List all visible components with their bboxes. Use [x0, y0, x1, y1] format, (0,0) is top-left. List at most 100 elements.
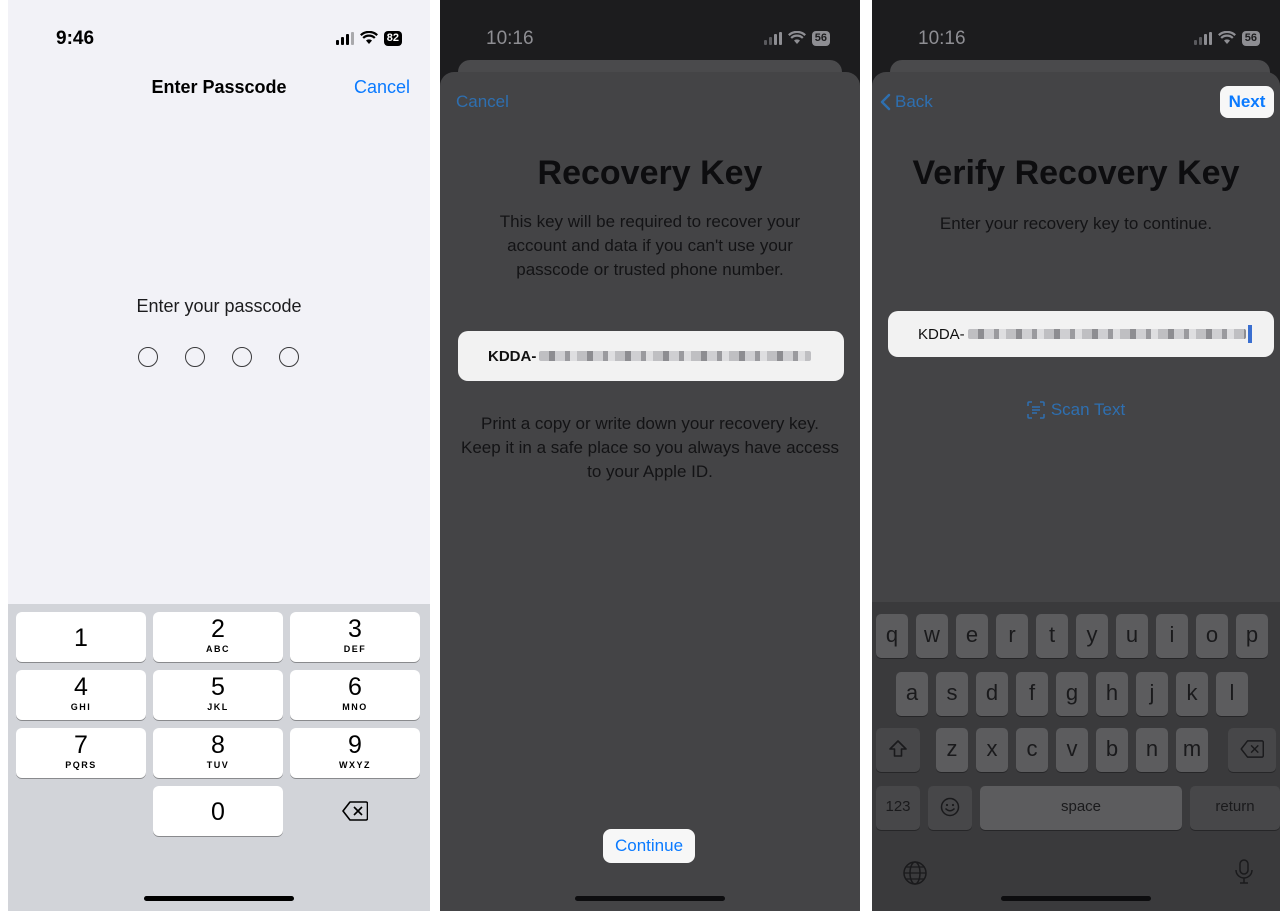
key-2[interactable]: 2 ABC: [153, 612, 283, 662]
key-4[interactable]: 4 GHI: [16, 670, 146, 720]
recovery-key-prefix: KDDA-: [488, 347, 537, 365]
key-z[interactable]: z: [936, 728, 968, 772]
key-6[interactable]: 6 MNO: [290, 670, 420, 720]
passcode-screen: 9:46 82 Enter Passcode Cancel Enter your…: [8, 0, 430, 911]
shift-icon: [889, 740, 907, 757]
key-g[interactable]: g: [1056, 672, 1088, 716]
passcode-dot: [232, 347, 252, 367]
microphone-icon[interactable]: [1234, 858, 1254, 886]
numeric-keypad: 1 2 ABC 3 DEF 4 GHI 5 JKL 6 MNO 7 PQRS 8 TUV 9W…: [8, 604, 430, 911]
battery-icon: 56: [1241, 30, 1260, 46]
delete-key[interactable]: [290, 786, 420, 836]
keyboard: q w e r t y u i o p a s d f g h j k l z …: [872, 602, 1280, 911]
home-indicator[interactable]: [1001, 896, 1151, 901]
status-bar: 10:16 56: [872, 0, 1280, 60]
battery-icon: 56: [811, 30, 830, 46]
subtitle: Enter your recovery key to continue.: [939, 214, 1213, 233]
status-time: 9:46: [56, 28, 95, 49]
key-n[interactable]: n: [1136, 728, 1168, 772]
recovery-key-field: KDDA-: [458, 331, 844, 381]
key-a[interactable]: a: [896, 672, 928, 716]
key-9[interactable]: 9 WXYZ: [290, 728, 420, 778]
key-h[interactable]: h: [1096, 672, 1128, 716]
back-chevron-icon: [880, 93, 891, 111]
delete-icon: [342, 801, 368, 821]
modal-sheet: Cancel Recovery Key This key will be req…: [440, 72, 860, 911]
status-time: 10:16: [486, 28, 534, 49]
status-bar: 10:16 56: [440, 0, 860, 60]
back-button[interactable]: Back: [880, 92, 933, 112]
recovery-key-input[interactable]: KDDA-: [888, 311, 1274, 357]
key-1[interactable]: 1: [16, 612, 146, 662]
key-x[interactable]: x: [976, 728, 1008, 772]
scan-text-button[interactable]: Scan Text: [872, 400, 1280, 420]
home-indicator[interactable]: [575, 896, 725, 901]
key-t[interactable]: t: [1036, 614, 1068, 658]
key-e[interactable]: e: [956, 614, 988, 658]
status-time: 10:16: [918, 28, 966, 49]
scan-text-label: Scan Text: [1050, 400, 1126, 419]
key-l[interactable]: l: [1216, 672, 1248, 716]
page-title: Recovery Key: [537, 154, 763, 192]
key-q[interactable]: q: [876, 614, 908, 658]
delete-icon: [1240, 740, 1264, 758]
key-c[interactable]: c: [1016, 728, 1048, 772]
key-m[interactable]: m: [1176, 728, 1208, 772]
cancel-button[interactable]: Cancel: [354, 77, 410, 98]
globe-icon[interactable]: [902, 860, 928, 886]
key-f[interactable]: f: [1016, 672, 1048, 716]
continue-button[interactable]: Continue: [603, 829, 695, 863]
description: This key will be required to recover you…: [499, 212, 801, 279]
home-indicator[interactable]: [144, 896, 294, 901]
key-r[interactable]: r: [996, 614, 1028, 658]
key-o[interactable]: o: [1196, 614, 1228, 658]
key-5[interactable]: 5 JKL: [153, 670, 283, 720]
wifi-icon: [359, 31, 378, 44]
shift-key[interactable]: [876, 728, 920, 772]
status-bar: 9:46 82: [8, 0, 430, 60]
key-j[interactable]: j: [1136, 672, 1168, 716]
signal-icon: [335, 31, 354, 45]
key-s[interactable]: s: [936, 672, 968, 716]
recovery-key-prefix: KDDA-: [918, 325, 965, 343]
key-7[interactable]: 7 PQRS: [16, 728, 146, 778]
signal-icon: [763, 31, 782, 45]
passcode-dot: [279, 347, 299, 367]
key-0[interactable]: 0: [153, 786, 283, 836]
key-k[interactable]: k: [1176, 672, 1208, 716]
numbers-key[interactable]: 123: [876, 786, 920, 830]
delete-key[interactable]: [1228, 728, 1276, 772]
key-w[interactable]: w: [916, 614, 948, 658]
instructions: Print a copy or write down your recovery…: [461, 414, 839, 481]
passcode-dot: [185, 347, 205, 367]
recovery-key-redacted: [967, 329, 1246, 339]
text-cursor: [1247, 325, 1252, 343]
recovery-key-redacted: [539, 351, 812, 361]
recovery-key-screen: 10:16 56 Cancel Recovery Key This key wi…: [440, 0, 860, 911]
passcode-dot: [138, 347, 158, 367]
wifi-icon: [787, 31, 806, 44]
key-u[interactable]: u: [1116, 614, 1148, 658]
key-3[interactable]: 3 DEF: [290, 612, 420, 662]
key-d[interactable]: d: [976, 672, 1008, 716]
wifi-icon: [1217, 31, 1236, 44]
page-title: Verify Recovery Key: [912, 154, 1240, 192]
cancel-button[interactable]: Cancel: [456, 92, 509, 112]
key-8[interactable]: 8 TUV: [153, 728, 283, 778]
next-button[interactable]: Next: [1220, 86, 1274, 118]
emoji-icon: [940, 797, 960, 817]
space-key[interactable]: space: [980, 786, 1182, 830]
back-label: Back: [895, 92, 933, 111]
key-y[interactable]: y: [1076, 614, 1108, 658]
signal-icon: [1193, 31, 1212, 45]
return-key[interactable]: return: [1190, 786, 1280, 830]
verify-recovery-key-screen: 10:16 56 Back Verify Recovery Key Enter …: [872, 0, 1280, 911]
key-p[interactable]: p: [1236, 614, 1268, 658]
key-i[interactable]: i: [1156, 614, 1188, 658]
battery-icon: 82: [383, 30, 402, 46]
key-v[interactable]: v: [1056, 728, 1088, 772]
emoji-key[interactable]: [928, 786, 972, 830]
key-b[interactable]: b: [1096, 728, 1128, 772]
scan-text-icon: [1027, 401, 1045, 419]
passcode-prompt: Enter your passcode: [136, 296, 302, 316]
